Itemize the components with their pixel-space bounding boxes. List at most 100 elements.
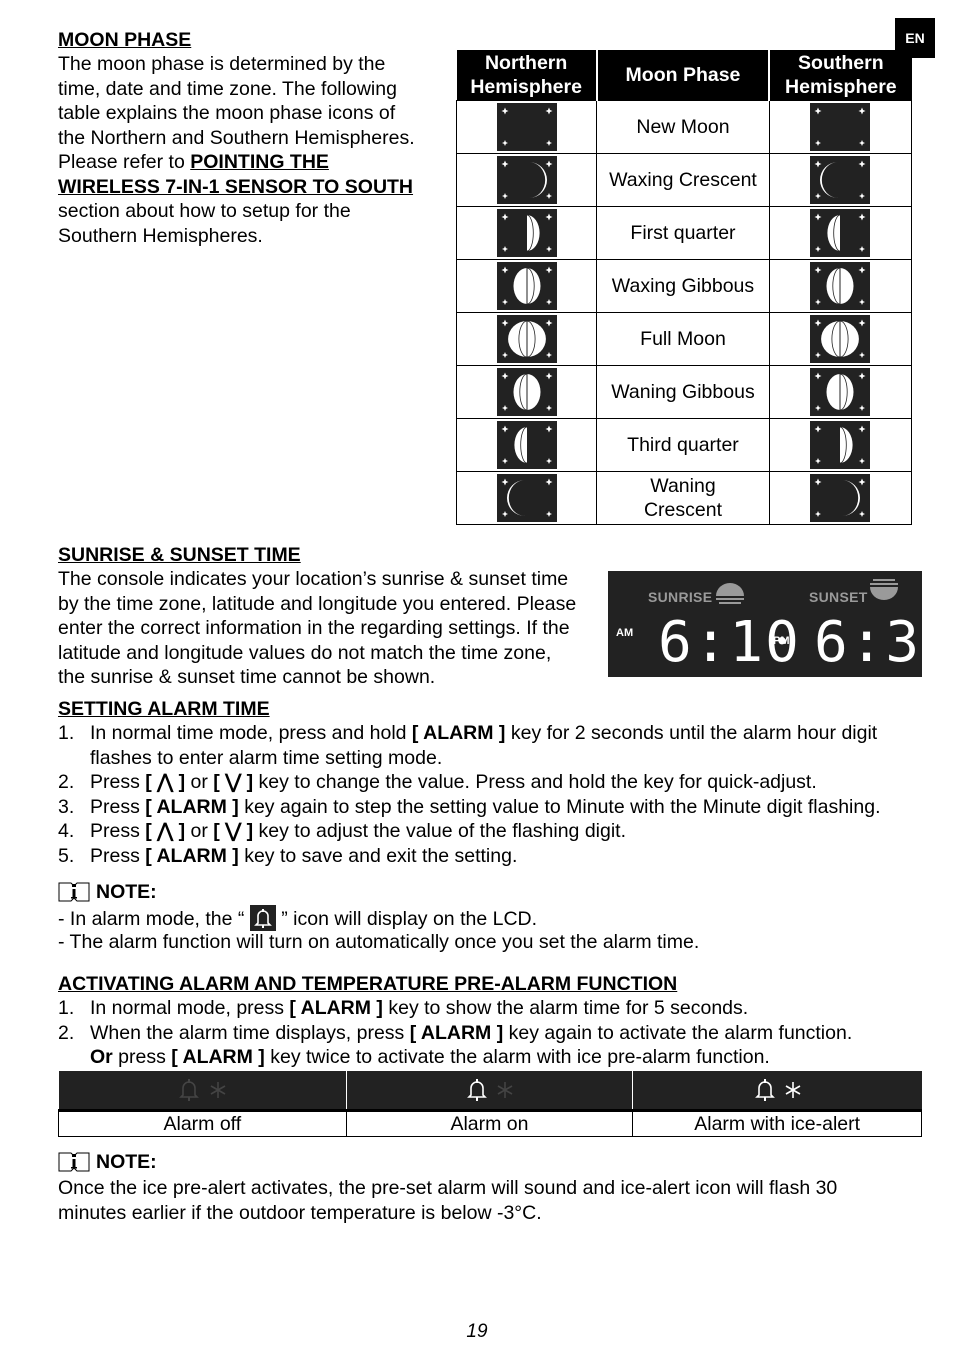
table-row: Waxing Gibbous [455,259,913,313]
text: - In alarm mode, the “ [58,908,250,930]
up-key-label: [ ⋀ ] [145,771,186,793]
southern-icon-cell [768,418,913,472]
northern-icon-cell [455,418,598,472]
moon-phase-heading: MOON PHASE [58,29,192,51]
list-item: 2. When the alarm time displays, press [ … [58,1021,928,1070]
half-right-icon [810,421,871,469]
northern-icon-cell [455,153,598,207]
text: In normal time mode, press and hold [90,722,412,744]
bell-icon [466,1079,487,1101]
section-reference-link[interactable]: WIRELESS 7-IN-1 SENSOR TO SOUTH [58,175,448,200]
table-header-row: Northern Hemisphere Moon Phase Southern He… [456,50,912,101]
text: key again to activate the alarm function… [503,1021,853,1044]
table-row: Third quarter [455,418,913,472]
table-row: Full Moon [455,312,913,366]
sunset-pm-indicator: PM [773,635,790,647]
text-line: the sunrise & sunset time cannot be show… [58,666,436,688]
text-line: Southern Hemispheres. [58,224,263,247]
southern-icon-cell [768,312,913,366]
note-label: NOTE: [96,881,157,903]
half-right-icon [496,209,557,257]
table-row: Waxing Crescent [455,153,913,207]
header-text: Hemisphere [785,76,897,98]
text: key again to step the setting value to M… [238,795,881,818]
text: Press [90,771,146,793]
new-moon-icon [496,103,557,151]
southern-icon-cell [768,206,913,260]
text: or [185,771,214,793]
list-item: 5. Press [ ALARM ] key to save and exit t… [58,844,928,869]
bell-icon [179,1079,200,1101]
northern-icon-cell [455,312,598,366]
snowflake-icon [210,1082,226,1098]
page-number: 19 [466,1321,488,1342]
southern-icon-cell [768,365,913,419]
table-row: First quarter [455,206,913,260]
alarm-key-label: [ ALARM ] [145,844,239,867]
full-moon-icon [810,315,871,363]
text: Press [90,844,146,867]
moon-phase-name: First quarter [596,206,770,260]
text: press [112,1046,172,1068]
text: Please refer to [58,151,191,173]
down-key-label: [ ⋁ ] [213,820,254,842]
activating-heading: ACTIVATING ALARM AND TEMPERATURE PRE-ALA… [58,973,678,995]
text: Press [90,795,146,818]
sunrise-paragraph: The console indicates your location’s su… [58,567,608,690]
northern-icon-cell [455,365,598,419]
note-label: NOTE: [96,1151,157,1173]
ice-alert-note: Once the ice pre-alert activates, the pr… [58,1176,928,1225]
info-book-icon [58,1152,90,1172]
text-line: time, date and time zone. The following [58,77,397,100]
text: Waning [650,475,716,497]
northern-icon-cell [455,100,598,154]
section-reference-link[interactable]: POINTING THE [190,151,329,173]
up-key-label: [ ⋀ ] [145,820,186,842]
text: flashes to enter alarm time setting mode… [90,746,443,769]
moon-phase-paragraph: The moon phase is determined by the time… [58,52,448,248]
new-moon-icon [810,103,871,151]
sunrise-label: SUNRISE [648,589,713,605]
alarm-mode-icons [632,1071,922,1112]
activating-steps: 1. In normal mode, press [ ALARM ] key to… [58,996,928,1070]
northern-icon-cell [455,471,598,525]
sunrise-icon [716,583,744,604]
alarm-key-label: [ ALARM ] [171,1046,265,1068]
text-line: section about how to setup for the [58,200,351,222]
moon-phase-name: Waxing Crescent [596,153,770,207]
alarm-icon-row [58,1071,922,1112]
alarm-key-label: [ ALARM ] [289,997,383,1019]
text-line: Please refer to POINTING THE [58,150,448,175]
step-number: 2. [58,1021,75,1044]
northern-icon-cell [455,206,598,260]
text: key to save and exit the setting. [238,844,518,867]
sunset-icon [870,579,898,600]
text-line: minutes earlier if the outdoor temperatu… [58,1201,542,1224]
text-line: Once the ice pre-alert activates, the pr… [58,1177,838,1199]
gibbous-left-icon [810,262,871,310]
text: ” icon will display on the LCD. [275,908,538,930]
alarm-key-label: [ ALARM ] [409,1021,504,1044]
alarm-key-label: [ ALARM ] [145,795,239,818]
full-moon-icon [496,315,557,363]
note-line: - In alarm mode, the “ ” icon will displ… [58,905,537,932]
step-number: 1. [58,997,75,1019]
text-line: by the time zone, latitude and longitude… [58,592,577,615]
note-line: - The alarm function will turn on automa… [58,931,700,953]
text: Or [90,1046,113,1068]
text: key to show the alarm time for 5 seconds… [382,997,749,1019]
note-heading: NOTE: [58,1150,157,1175]
text: key to change the value. Press and hold … [253,771,817,793]
step-number: 1. [58,722,75,744]
crescent-right-icon [810,474,871,522]
sunrise-heading: SUNRISE & SUNSET TIME [58,544,301,566]
header-text: Southern [798,52,884,74]
alarm-mode-label: Alarm on [345,1110,634,1137]
alarm-setting-steps: 1. In normal time mode, press and hold [ … [58,721,928,868]
half-left-icon [496,421,557,469]
text: Crescent [643,499,722,521]
moon-phase-name: New Moon [596,100,770,154]
text: key to adjust the value of the flashing … [253,820,627,842]
list-item: 3. Press [ ALARM ] key again to step the … [58,795,928,820]
alarm-label-row: Alarm off Alarm on Alarm with ice-alert [58,1110,922,1137]
